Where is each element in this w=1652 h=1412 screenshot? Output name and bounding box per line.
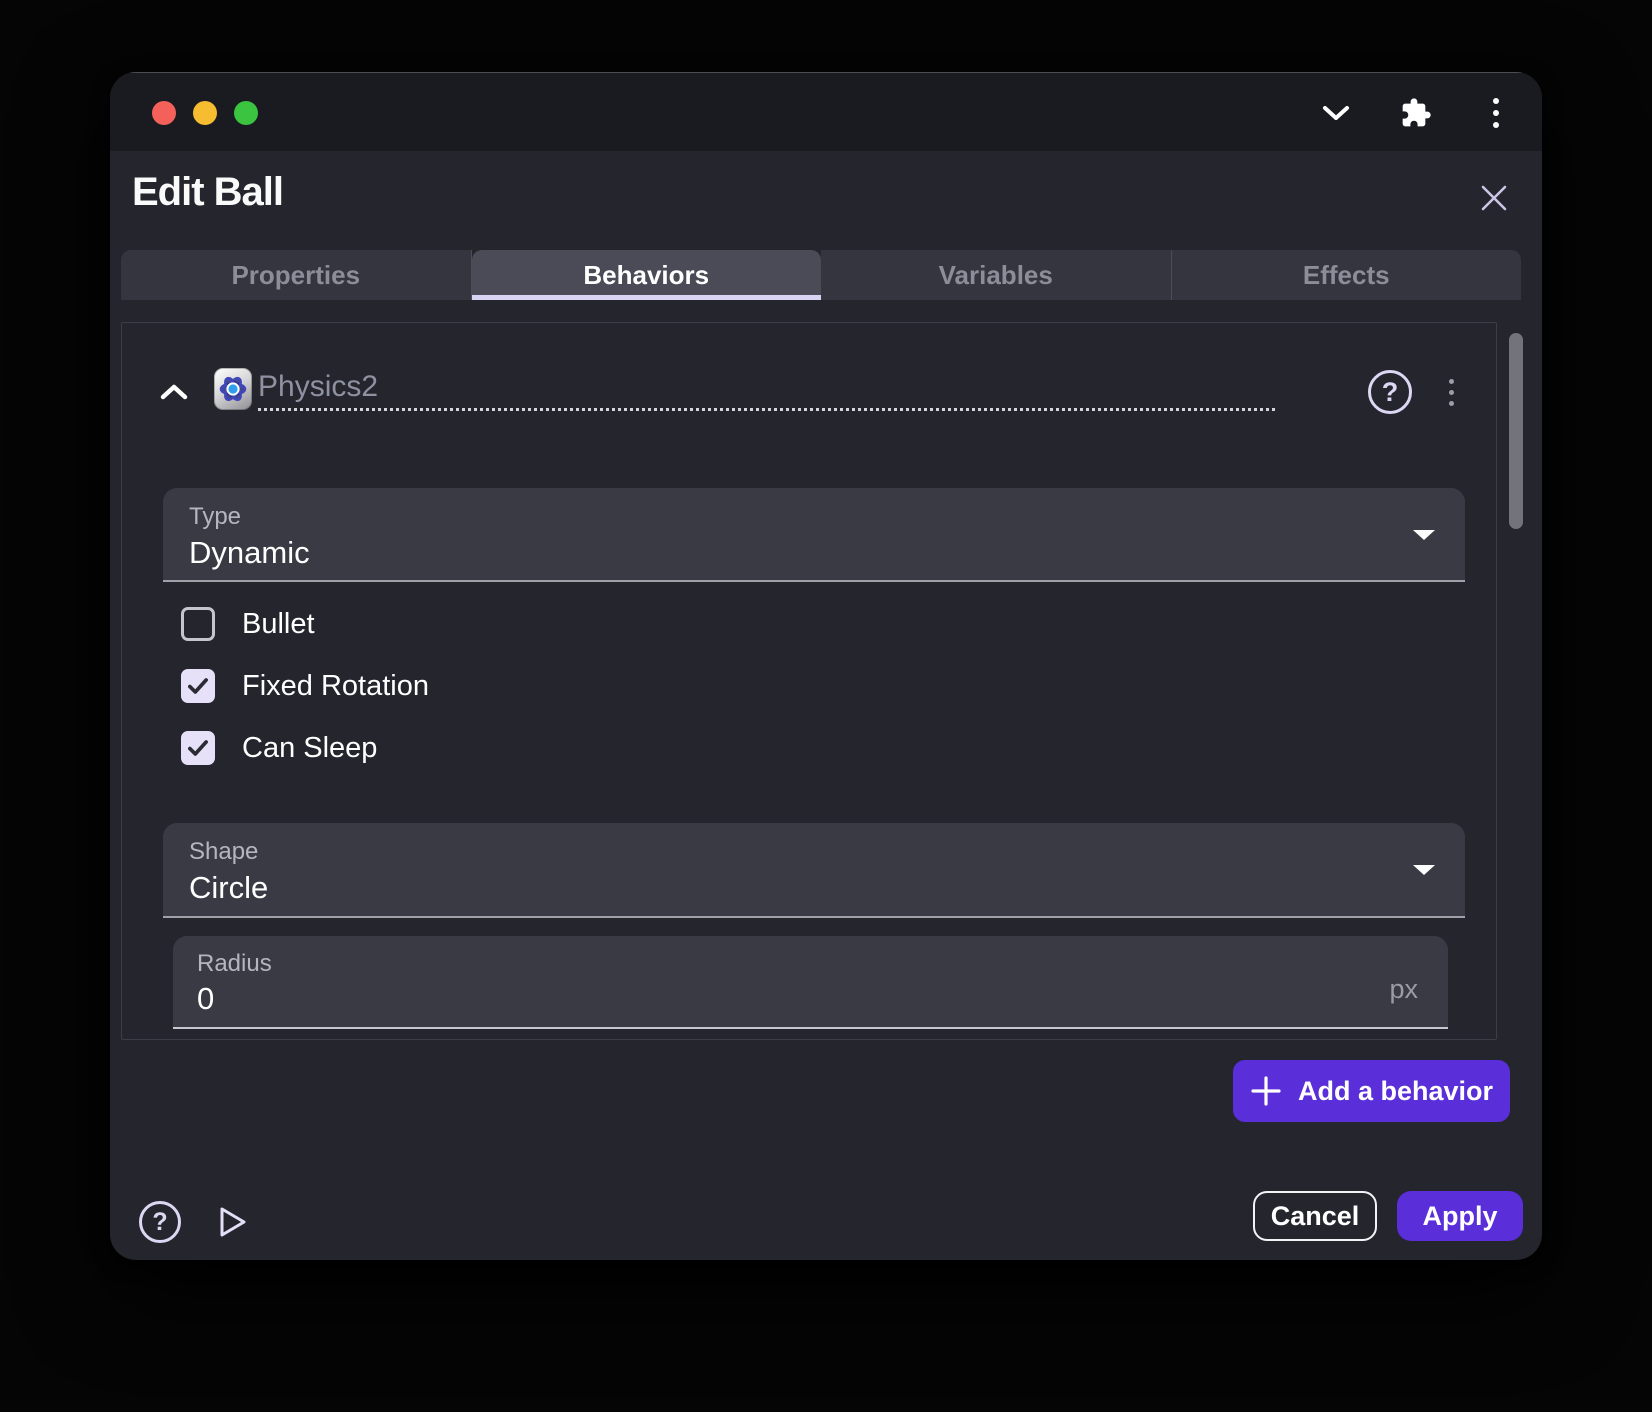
atom-icon: [217, 373, 249, 405]
tab-label: Variables: [939, 260, 1053, 291]
type-value: Dynamic: [189, 535, 310, 571]
shape-value: Circle: [189, 870, 268, 906]
checkbox-row-can-sleep[interactable]: Can Sleep: [170, 726, 429, 770]
checkbox-row-bullet[interactable]: Bullet: [170, 602, 429, 646]
window-titlebar: [110, 72, 1542, 151]
checkbox-group: Bullet Fixed Rotation Can Sleep: [170, 602, 429, 770]
edit-behavior-dialog-window: Edit Ball Properties Behaviors Variables…: [110, 72, 1542, 1260]
tab-strip: Properties Behaviors Variables Effects: [121, 250, 1521, 300]
play-icon: [215, 1204, 249, 1240]
dropdown-arrow-icon: [1413, 530, 1435, 540]
checkbox-label: Bullet: [242, 608, 315, 641]
dropdown-arrow-icon: [1413, 865, 1435, 875]
chevron-down-icon: [1322, 104, 1350, 122]
active-tab-underline: [472, 295, 822, 300]
checkbox-label: Can Sleep: [242, 732, 377, 765]
tab-behaviors[interactable]: Behaviors: [472, 250, 822, 300]
tab-label: Effects: [1303, 260, 1390, 291]
collapse-window-button[interactable]: [1318, 95, 1354, 131]
add-behavior-label: Add a behavior: [1298, 1076, 1493, 1107]
physics-behavior-badge: [214, 368, 252, 410]
type-select[interactable]: Type Dynamic: [163, 488, 1465, 582]
checkbox: [181, 731, 215, 765]
cancel-label: Cancel: [1271, 1201, 1360, 1232]
checkbox: [181, 669, 215, 703]
question-mark-icon: ?: [1382, 377, 1399, 408]
shape-label: Shape: [189, 838, 258, 866]
checkbox-row-fixed-rotation[interactable]: Fixed Rotation: [170, 664, 429, 708]
behavior-options-button[interactable]: [1436, 372, 1466, 412]
radius-label: Radius: [197, 950, 272, 978]
preview-button[interactable]: [212, 1202, 252, 1242]
behavior-help-button[interactable]: ?: [1368, 370, 1412, 414]
puzzle-piece-icon: [1400, 97, 1432, 129]
kebab-menu-icon: [1493, 98, 1499, 104]
tab-properties[interactable]: Properties: [121, 250, 472, 300]
close-icon: [1480, 184, 1508, 212]
type-label: Type: [189, 503, 241, 531]
radius-value: 0: [197, 981, 214, 1017]
radius-input[interactable]: Radius 0 px: [173, 936, 1448, 1029]
plus-icon: [1250, 1075, 1282, 1107]
traffic-light-close[interactable]: [152, 101, 176, 125]
checkbox-label: Fixed Rotation: [242, 670, 429, 703]
apply-button[interactable]: Apply: [1397, 1191, 1523, 1241]
scrollbar-thumb[interactable]: [1509, 333, 1523, 529]
traffic-light-minimize[interactable]: [193, 101, 217, 125]
radius-unit: px: [1389, 974, 1418, 1005]
question-mark-icon: ?: [152, 1208, 167, 1237]
dialog-help-button[interactable]: ?: [139, 1201, 181, 1243]
traffic-lights: [152, 101, 258, 125]
kebab-menu-icon: [1449, 379, 1454, 384]
traffic-light-zoom[interactable]: [234, 101, 258, 125]
checkmark-icon: [185, 673, 211, 699]
close-dialog-button[interactable]: [1476, 180, 1512, 216]
dialog-title: Edit Ball: [132, 170, 283, 215]
apply-label: Apply: [1422, 1201, 1497, 1232]
shape-select[interactable]: Shape Circle: [163, 823, 1465, 918]
checkmark-icon: [185, 735, 211, 761]
checkbox: [181, 607, 215, 641]
tab-label: Behaviors: [583, 260, 709, 291]
cancel-button[interactable]: Cancel: [1253, 1191, 1377, 1241]
collapse-behavior-button[interactable]: [158, 378, 190, 406]
tab-effects[interactable]: Effects: [1172, 250, 1522, 300]
tab-variables[interactable]: Variables: [821, 250, 1172, 300]
add-behavior-button[interactable]: Add a behavior: [1233, 1060, 1510, 1122]
extensions-button[interactable]: [1398, 95, 1434, 131]
behavior-name-field[interactable]: Physics2: [258, 370, 1275, 411]
tab-label: Properties: [231, 260, 360, 291]
browser-menu-button[interactable]: [1478, 95, 1514, 131]
chevron-up-icon: [159, 382, 189, 402]
